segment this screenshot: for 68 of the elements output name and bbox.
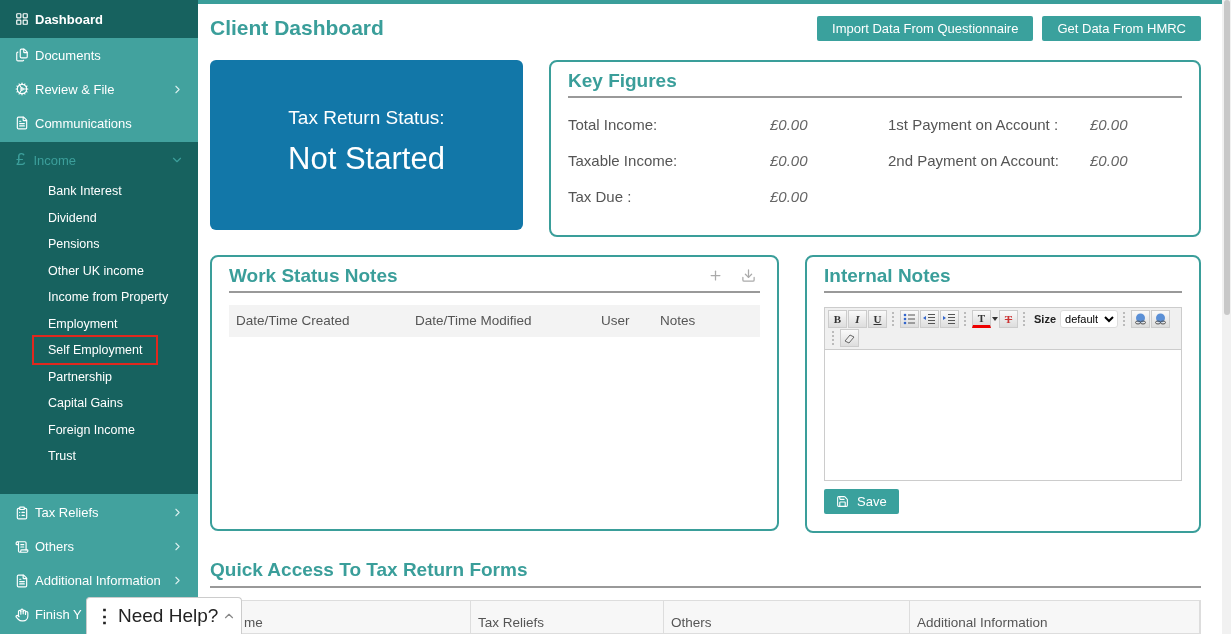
sidebar-subitem[interactable]: Dividend: [34, 204, 111, 231]
pound-icon: £: [16, 150, 26, 170]
underline-button[interactable]: U: [868, 309, 887, 328]
card-title: Internal Notes: [824, 264, 951, 287]
card-title: Key Figures: [568, 69, 677, 92]
figure-value: £0.00: [1090, 115, 1129, 133]
help-widget[interactable]: ⋮ Need Help?: [86, 597, 242, 634]
hand-icon: [15, 607, 29, 622]
figure-label: Taxable Income:: [568, 151, 679, 169]
eraser-button[interactable]: [840, 328, 859, 347]
sidebar-subitem[interactable]: Bank Interest: [34, 178, 136, 205]
sidebar-subitem[interactable]: Employment: [34, 310, 132, 337]
indent-button[interactable]: [940, 309, 959, 328]
sidebar-subitem[interactable]: Partnership: [34, 363, 126, 390]
section-title: Quick Access To Tax Return Forms: [210, 558, 529, 581]
caret-icon[interactable]: [992, 316, 998, 321]
figure-label: 2nd Payment on Account:: [888, 151, 1060, 169]
column-header: Date/Time Created: [235, 313, 351, 329]
card-title: Work Status Notes: [229, 264, 398, 287]
unlink-icon: [1154, 312, 1167, 325]
remove-color-button[interactable]: T: [999, 309, 1018, 328]
grid-icon: [15, 12, 29, 26]
scroll-icon: [15, 539, 29, 554]
sidebar-subitem[interactable]: Foreign Income: [34, 416, 149, 443]
column-header: Date/Time Modified: [414, 313, 533, 329]
unlink-button[interactable]: [1151, 309, 1170, 328]
outdent-icon: [923, 312, 936, 325]
figure-value: £0.00: [770, 115, 809, 133]
page-title: Client Dashboard: [210, 16, 384, 41]
sidebar-subitem[interactable]: Income from Property: [34, 284, 183, 311]
sidebar-subitem[interactable]: Pensions: [34, 231, 114, 258]
indent-icon: [943, 312, 956, 325]
status-value: Not Started: [288, 140, 445, 177]
sidebar-subitem[interactable]: Other UK income: [34, 257, 158, 284]
save-icon: [836, 494, 849, 508]
outdent-button[interactable]: [920, 309, 939, 328]
italic-button[interactable]: I: [848, 309, 867, 328]
documents-icon: [15, 48, 29, 62]
bullets-icon: [903, 312, 916, 325]
clipboard-icon: [15, 505, 29, 520]
figure-label: 1st Payment on Account :: [888, 115, 1060, 133]
sidebar-item[interactable]: Dashboard: [0, 0, 198, 38]
status-label: Tax Return Status:: [288, 106, 445, 129]
figure-label: Total Income:: [568, 115, 659, 133]
figure-label: Tax Due :: [568, 187, 633, 205]
gears-icon: [15, 82, 29, 96]
drag-handle[interactable]: ⋮: [95, 604, 114, 628]
column-header: User: [600, 313, 631, 329]
sidebar-subitem[interactable]: Capital Gains: [34, 390, 138, 417]
figure-value: £0.00: [770, 151, 809, 169]
sidebar-subitem[interactable]: Trust: [34, 443, 90, 470]
sidebar-subitem[interactable]: Self Employment: [34, 337, 157, 364]
figure-value: £0.00: [1090, 151, 1129, 169]
list-icon: [15, 573, 29, 588]
size-label: Size: [1034, 312, 1056, 325]
column-header: Others: [664, 600, 910, 633]
column-header: Notes: [659, 313, 697, 329]
scrollbar[interactable]: [1222, 0, 1231, 634]
bold-button[interactable]: B: [828, 309, 847, 328]
bullets-button[interactable]: [900, 309, 919, 328]
link-icon: [1134, 312, 1147, 325]
text-color-button[interactable]: T: [972, 309, 991, 328]
size-select[interactable]: default: [1060, 309, 1118, 328]
column-header: Additional Information: [910, 600, 1200, 633]
list-icon: [15, 116, 29, 130]
figure-value: £0.00: [770, 187, 809, 205]
link-button[interactable]: [1131, 309, 1150, 328]
column-header: Tax Reliefs: [471, 600, 664, 633]
